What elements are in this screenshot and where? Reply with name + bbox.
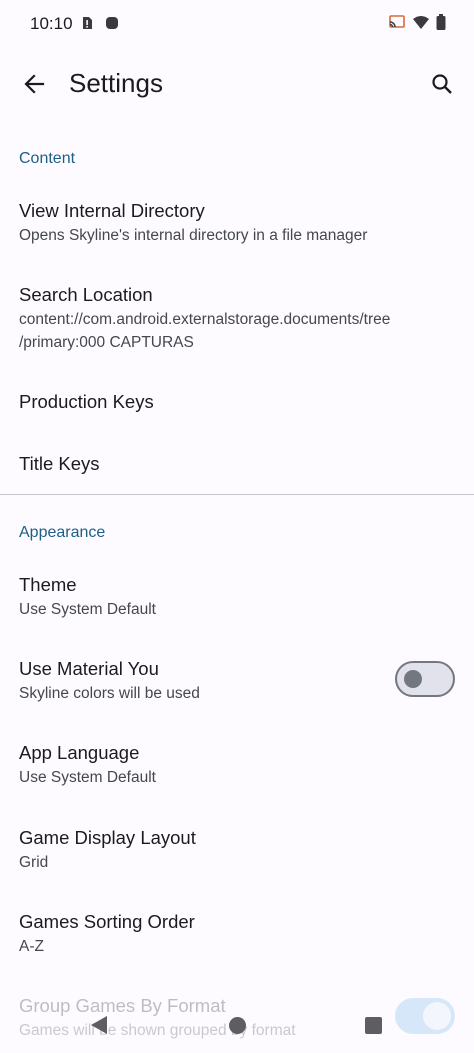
pref-title: Search Location [19,284,153,305]
pref-production-keys[interactable]: Production Keys [0,390,474,414]
pref-summary: Grid [19,854,49,871]
cast-icon [389,15,405,28]
app-notification-icon [106,17,118,29]
pref-title: App Language [19,742,140,763]
pref-view-internal-directory[interactable]: View Internal Directory Opens Skyline's … [0,199,474,247]
pref-title: Games Sorting Order [19,911,195,932]
status-icons [388,14,446,30]
search-icon [432,74,452,94]
pref-title-keys[interactable]: Title Keys [0,452,474,476]
settings-screen: 10:10 Settings Content View Internal Dir… [0,0,474,1053]
nav-recents-icon[interactable] [365,1017,382,1034]
pref-search-location[interactable]: Search Location content://com.android.ex… [0,283,474,354]
pref-summary-line2: /primary:000 CAPTURAS [19,334,194,351]
status-bar: 10:10 [0,0,474,46]
switch-thumb [404,670,422,688]
pref-title: Title Keys [19,453,100,474]
pref-app-language[interactable]: App Language Use System Default [0,741,474,789]
pref-title: Production Keys [19,391,154,412]
nav-home-icon[interactable] [229,1017,246,1034]
material-you-switch[interactable] [395,661,455,697]
battery-icon [436,14,446,30]
pref-theme[interactable]: Theme Use System Default [0,573,474,621]
category-header-content: Content [19,150,76,167]
top-app-bar: Settings [0,56,474,112]
status-time: 10:10 [30,14,73,33]
pref-games-sorting-order[interactable]: Games Sorting Order A-Z [0,910,474,958]
nav-back-icon[interactable] [90,1015,108,1035]
pref-summary: Skyline colors will be used [19,685,200,702]
pref-summary: Use System Default [19,769,156,786]
page-title: Settings [69,68,163,98]
pref-game-display-layout[interactable]: Game Display Layout Grid [0,826,474,874]
sim-alert-icon [83,17,92,29]
wifi-icon [413,16,429,29]
pref-summary: A-Z [19,938,44,955]
pref-title: Theme [19,574,77,595]
pref-title: View Internal Directory [19,200,205,221]
arrow-back-icon [24,74,45,94]
search-button[interactable] [422,64,462,104]
back-button[interactable] [14,64,54,104]
pref-title: Use Material You [19,658,159,679]
category-header-appearance: Appearance [19,524,106,541]
system-navigation-bar [0,1000,474,1053]
pref-summary-line1: content://com.android.externalstorage.do… [19,311,391,328]
section-divider [0,494,474,495]
pref-summary: Opens Skyline's internal directory in a … [19,227,368,244]
pref-title: Game Display Layout [19,827,196,848]
pref-summary: Use System Default [19,601,156,618]
